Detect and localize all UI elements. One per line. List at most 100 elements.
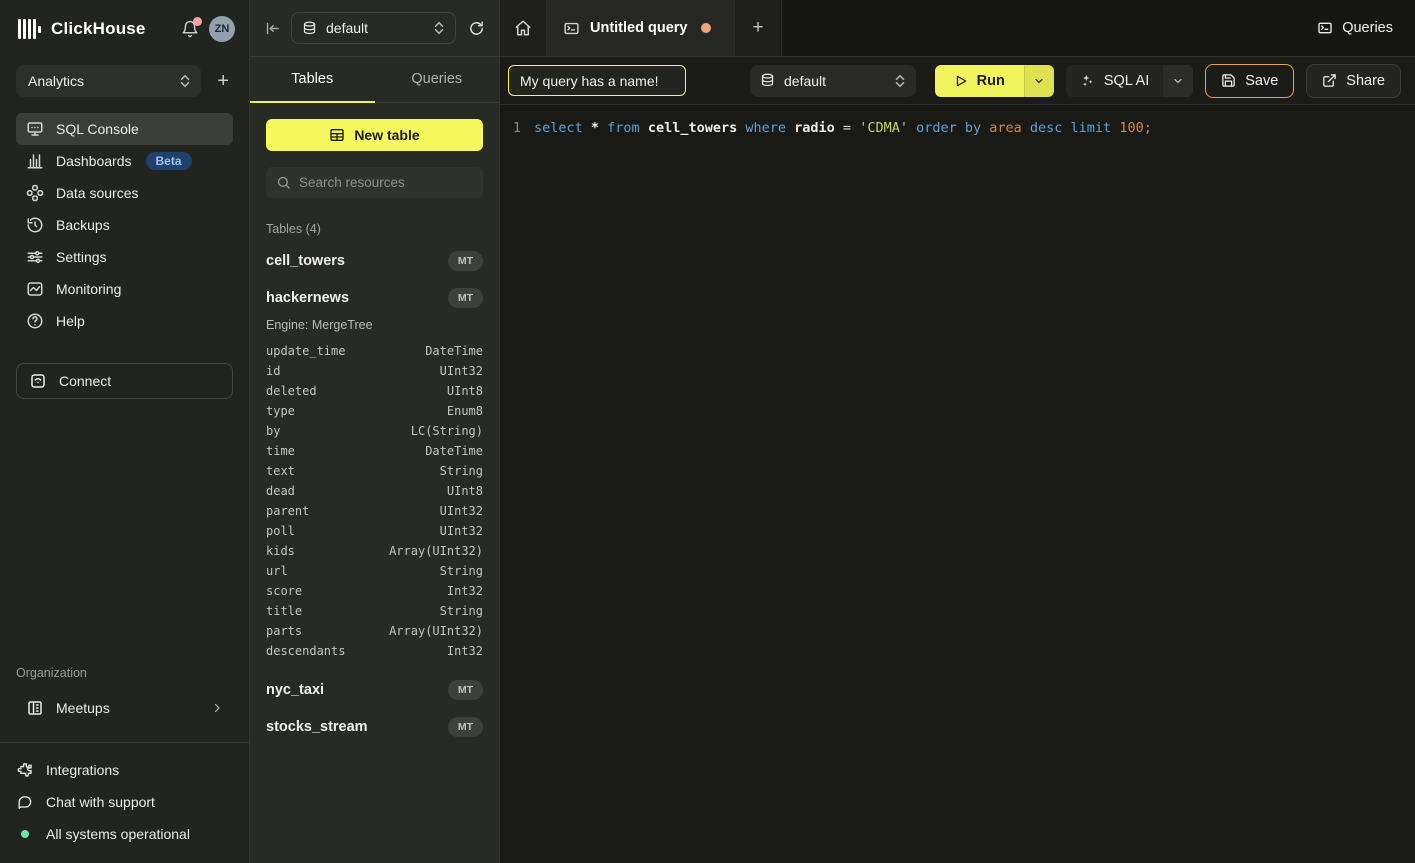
table-name: cell_towers xyxy=(266,253,345,269)
column-type: Array(UInt32) xyxy=(389,541,483,561)
schema-column-row[interactable]: title String xyxy=(266,601,483,621)
sidebar-item-settings[interactable]: Settings xyxy=(16,241,233,273)
column-type: LC(String) xyxy=(411,421,483,441)
sliders-icon xyxy=(26,248,44,266)
run-options-button[interactable] xyxy=(1024,65,1054,97)
unsaved-indicator-dot xyxy=(701,23,711,33)
schema-column-row[interactable]: text String xyxy=(266,461,483,481)
chat-bubble-icon xyxy=(16,793,34,811)
schema-column-row[interactable]: id UInt32 xyxy=(266,361,483,381)
engine-label: Engine: MergeTree xyxy=(266,318,483,332)
search-resources[interactable] xyxy=(266,167,483,198)
run-button[interactable]: Run xyxy=(935,65,1024,97)
panel-database-selector[interactable]: default xyxy=(291,12,456,44)
sql-token: from xyxy=(607,120,648,136)
schema-column-row[interactable]: update_time DateTime xyxy=(266,341,483,361)
schema-column-row[interactable]: descendants Int32 xyxy=(266,641,483,661)
schema-column-row[interactable]: time DateTime xyxy=(266,441,483,461)
column-name: type xyxy=(266,401,295,421)
sql-token: cell_towers xyxy=(648,120,746,136)
sidebar-item-meetups[interactable]: Meetups xyxy=(16,692,233,724)
refresh-icon[interactable] xyxy=(468,20,485,37)
schema-column-row[interactable]: poll UInt32 xyxy=(266,521,483,541)
sql-token: 100 xyxy=(1119,120,1143,136)
sidebar-item-sql-console[interactable]: SQL Console xyxy=(16,113,233,145)
panel-tabs: Tables Queries xyxy=(250,57,499,103)
share-button[interactable]: Share xyxy=(1306,64,1401,98)
sql-token: select xyxy=(534,120,591,136)
schema-column-row[interactable]: kids Array(UInt32) xyxy=(266,541,483,561)
sidebar-item-help[interactable]: Help xyxy=(16,305,233,337)
avatar[interactable]: ZN xyxy=(209,16,235,42)
system-status[interactable]: All systems operational xyxy=(16,821,233,847)
workspace-selector-label: Analytics xyxy=(28,73,84,89)
home-button[interactable] xyxy=(500,0,547,56)
tab-tables[interactable]: Tables xyxy=(250,57,375,103)
chevron-updown-icon xyxy=(433,21,445,35)
table-name: hackernews xyxy=(266,290,349,306)
schema-column-row[interactable]: parent UInt32 xyxy=(266,501,483,521)
tab-queries[interactable]: Queries xyxy=(375,57,500,103)
schema-column-row[interactable]: score Int32 xyxy=(266,581,483,601)
table-row-hackernews[interactable]: hackernews MT xyxy=(266,286,483,310)
column-name: id xyxy=(266,361,280,381)
column-type: Enum8 xyxy=(447,401,483,421)
table-row-nyc-taxi[interactable]: nyc_taxi MT xyxy=(266,678,483,702)
sql-token: desc xyxy=(1030,120,1071,136)
collapse-panel-icon[interactable] xyxy=(264,20,281,37)
column-type: Array(UInt32) xyxy=(389,621,483,641)
column-name: update_time xyxy=(266,341,345,361)
table-row-stocks-stream[interactable]: stocks_stream MT xyxy=(266,715,483,739)
sidebar-item-label: SQL Console xyxy=(56,121,139,137)
sql-token: limit xyxy=(1071,120,1120,136)
sidebar-item-data-sources[interactable]: Data sources xyxy=(16,177,233,209)
sql-ai-options-button[interactable] xyxy=(1163,65,1193,97)
column-type: DateTime xyxy=(425,441,483,461)
schema-column-row[interactable]: deleted UInt8 xyxy=(266,381,483,401)
add-workspace-button[interactable]: + xyxy=(213,69,233,93)
new-table-button[interactable]: New table xyxy=(266,119,483,151)
query-tab[interactable]: Untitled query xyxy=(547,0,735,56)
chevron-updown-icon xyxy=(894,74,906,88)
column-name: dead xyxy=(266,481,295,501)
terminal-icon xyxy=(1317,20,1333,36)
workspace-selector[interactable]: Analytics xyxy=(16,65,201,97)
notifications-button[interactable] xyxy=(181,20,199,38)
sidebar-item-integrations[interactable]: Integrations xyxy=(16,757,233,783)
column-type: String xyxy=(440,561,483,581)
sidebar-item-monitoring[interactable]: Monitoring xyxy=(16,273,233,305)
monitor-icon xyxy=(26,120,44,138)
organization-label: Organization xyxy=(0,666,249,680)
schema-column-row[interactable]: parts Array(UInt32) xyxy=(266,621,483,641)
column-type: Int32 xyxy=(447,581,483,601)
new-query-tab-button[interactable]: + xyxy=(735,0,782,56)
app-sidebar: ClickHouse ZN Analytics + SQL Console Da… xyxy=(0,0,250,863)
connect-button[interactable]: Connect xyxy=(16,363,233,399)
sql-token: ; xyxy=(1144,120,1152,136)
connect-label: Connect xyxy=(59,373,111,389)
query-name-input[interactable] xyxy=(508,65,686,96)
search-input[interactable] xyxy=(299,175,473,190)
schema-column-row[interactable]: by LC(String) xyxy=(266,421,483,441)
search-icon xyxy=(276,175,291,190)
line-chart-icon xyxy=(26,280,44,298)
schema-column-row[interactable]: url String xyxy=(266,561,483,581)
schema-column-row[interactable]: type Enum8 xyxy=(266,401,483,421)
beta-badge: Beta xyxy=(146,152,192,170)
sql-editor[interactable]: 1 select * from cell_towers where radio … xyxy=(500,105,1415,863)
sql-ai-button[interactable]: SQL AI xyxy=(1066,65,1163,97)
toolbar-database-selector[interactable]: default xyxy=(750,65,916,97)
column-type: UInt8 xyxy=(447,481,483,501)
connect-icon xyxy=(29,372,47,390)
terminal-icon xyxy=(563,20,580,37)
table-row-cell-towers[interactable]: cell_towers MT xyxy=(266,249,483,273)
sidebar-item-label: Data sources xyxy=(56,185,138,201)
schema-column-row[interactable]: dead UInt8 xyxy=(266,481,483,501)
sidebar-item-chat-support[interactable]: Chat with support xyxy=(16,789,233,815)
engine-badge: MT xyxy=(448,288,483,308)
queries-button[interactable]: Queries xyxy=(1295,0,1415,56)
column-type: String xyxy=(440,461,483,481)
sidebar-item-backups[interactable]: Backups xyxy=(16,209,233,241)
sidebar-item-dashboards[interactable]: Dashboards Beta xyxy=(16,145,233,177)
save-button[interactable]: Save xyxy=(1205,64,1294,98)
